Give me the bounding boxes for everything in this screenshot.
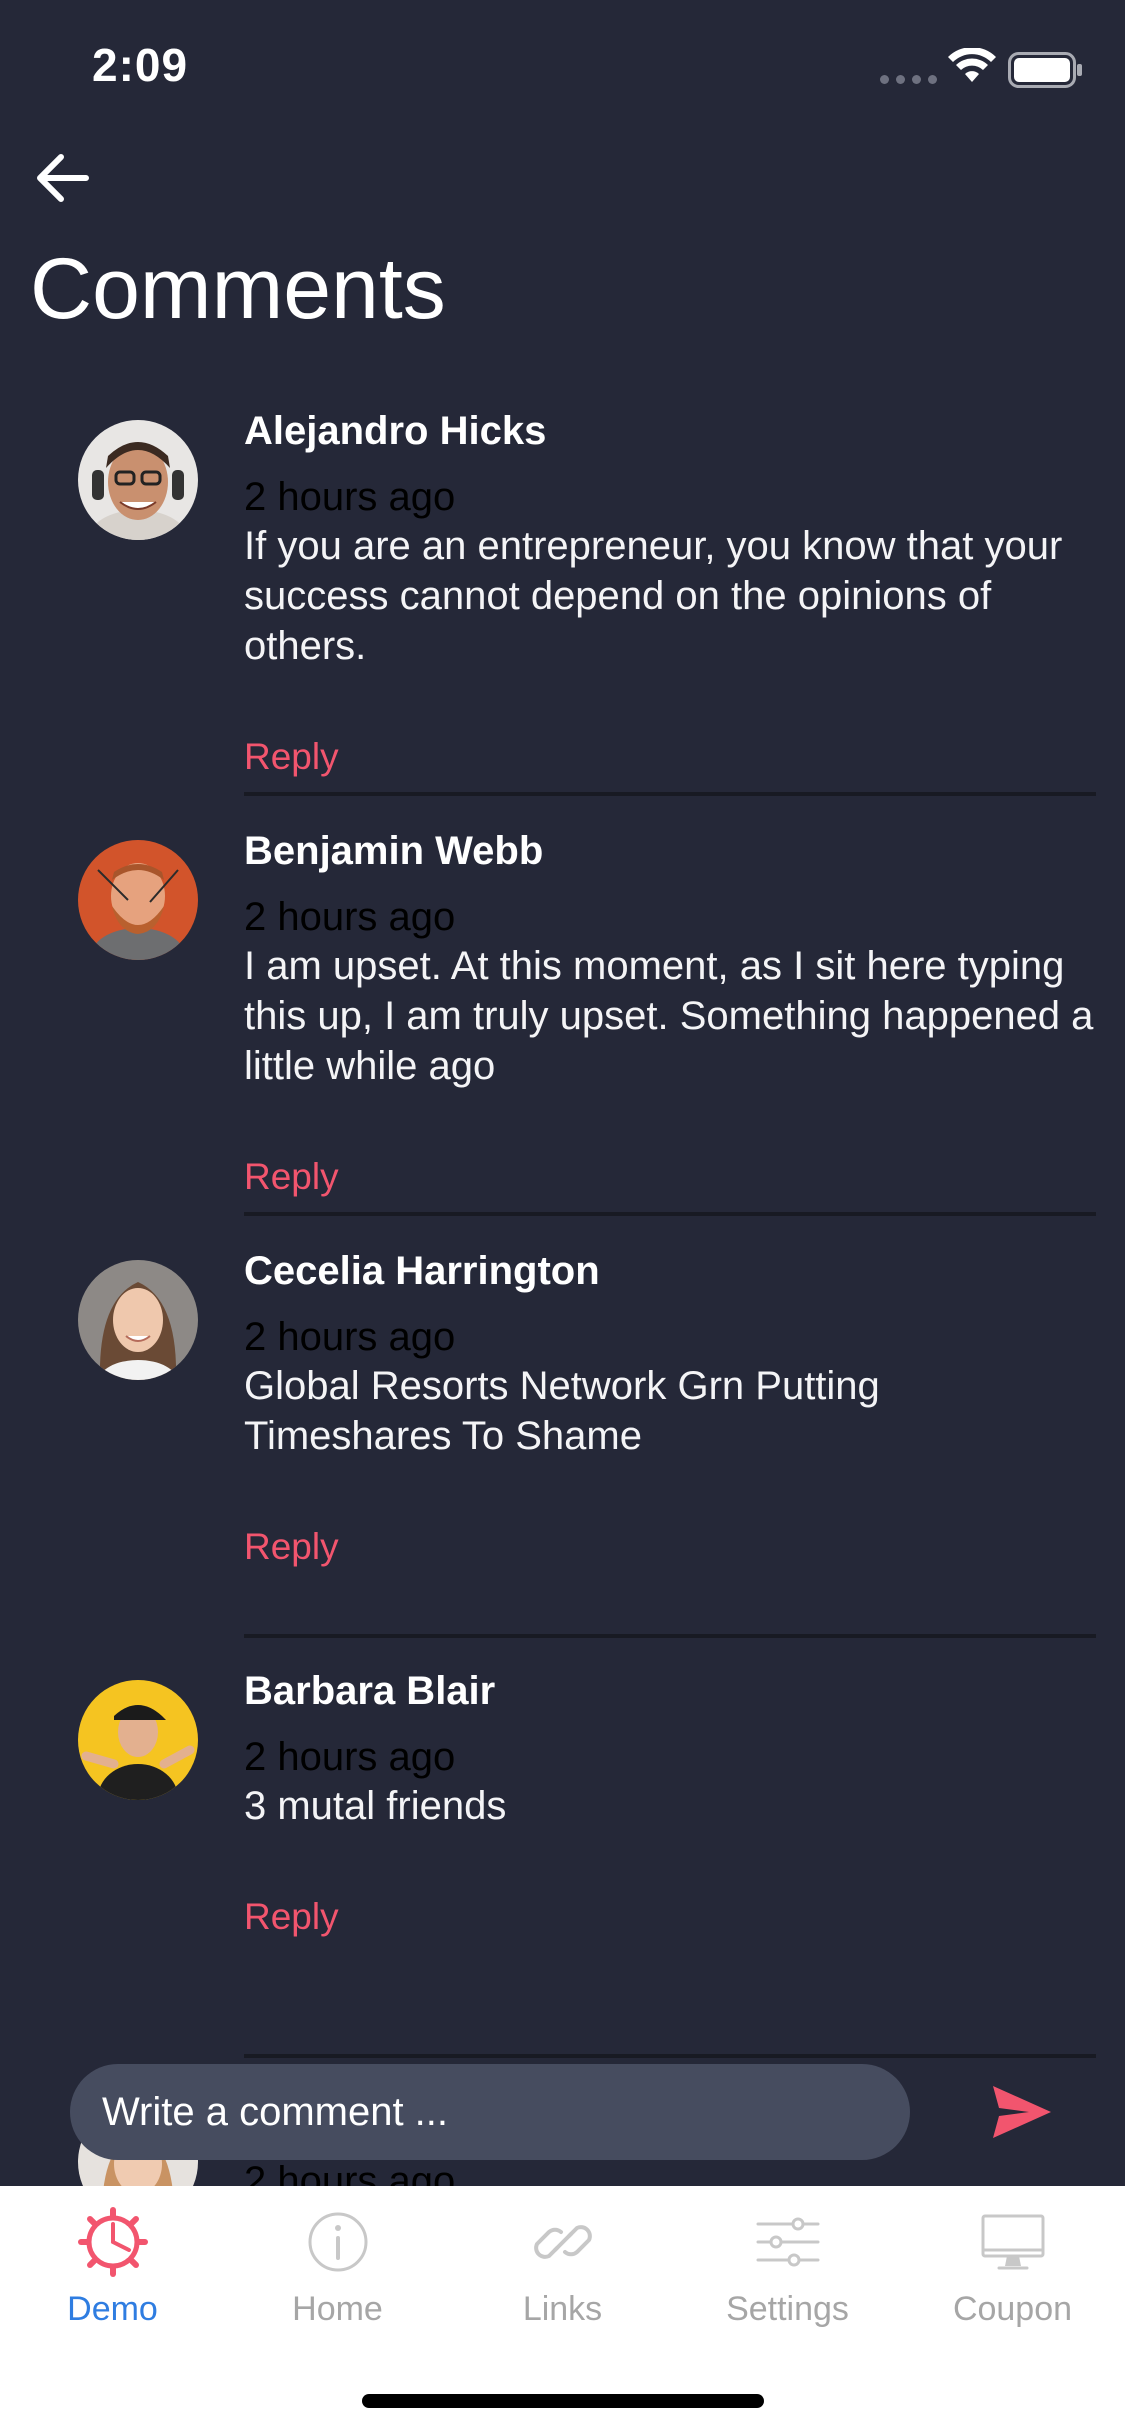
- comment-author: Barbara Blair: [244, 1669, 496, 1713]
- comment-body: Cecelia Harrington 2 hours ago Global Re…: [244, 1245, 1094, 1461]
- avatar: [78, 840, 198, 960]
- comment-text: If you are an entrepreneur, you know tha…: [244, 524, 1063, 668]
- comment-author: Benjamin Webb: [244, 829, 544, 873]
- tab-links[interactable]: Links: [450, 2206, 675, 2346]
- tab-coupon[interactable]: Coupon: [900, 2206, 1125, 2346]
- info-icon: [308, 2212, 367, 2272]
- divider: [244, 792, 1096, 796]
- tab-settings[interactable]: Settings: [675, 2206, 900, 2346]
- comment-time: 2 hours ago: [244, 1315, 456, 1359]
- comment-body: Alejandro Hicks 2 hours ago If you are a…: [244, 405, 1094, 671]
- reply-button[interactable]: Reply: [244, 1526, 339, 1568]
- tab-label: Coupon: [952, 2290, 1073, 2328]
- comment-time: 2 hours ago: [244, 475, 456, 519]
- send-button[interactable]: [985, 2076, 1057, 2148]
- reply-button[interactable]: Reply: [244, 736, 339, 778]
- divider: [244, 1212, 1096, 1216]
- comment-author: Alejandro Hicks: [244, 409, 547, 453]
- wifi-icon: [948, 48, 996, 82]
- comment-input[interactable]: [70, 2064, 910, 2160]
- divider: [244, 1634, 1096, 1638]
- comment-text: 3 mutal friends: [244, 1784, 507, 1828]
- link-icon: [533, 2225, 592, 2259]
- comments-screen: 2:09 Comments Alejandro Hicks 2 hours ag…: [0, 0, 1125, 2436]
- monitor-icon: [981, 2214, 1044, 2270]
- comment-text: Global Resorts Network Grn Putting Times…: [244, 1364, 880, 1458]
- comment-time: 2 hours ago: [244, 1735, 456, 1779]
- tab-label: Settings: [726, 2290, 849, 2328]
- tab-label: Links: [522, 2290, 603, 2328]
- back-button[interactable]: [30, 145, 96, 211]
- sliders-icon: [756, 2217, 819, 2267]
- page-title: Comments: [30, 241, 446, 337]
- tab-label: Home: [292, 2290, 383, 2328]
- cellular-signal-icon: [880, 75, 937, 84]
- home-indicator: [362, 2394, 764, 2408]
- demo-gear-icon: [77, 2207, 148, 2277]
- divider: [244, 2054, 1096, 2058]
- battery-icon: [1008, 52, 1082, 88]
- status-bar: 2:09: [0, 0, 1125, 132]
- comment-text: I am upset. At this moment, as I sit her…: [244, 944, 1094, 1088]
- tab-home[interactable]: Home: [225, 2206, 450, 2346]
- comment-body: Benjamin Webb 2 hours ago I am upset. At…: [244, 825, 1094, 1091]
- tab-demo[interactable]: Demo: [0, 2206, 225, 2346]
- avatar: [78, 1680, 198, 1800]
- reply-button[interactable]: Reply: [244, 1896, 339, 1938]
- comment-composer: [70, 2064, 910, 2160]
- status-time: 2:09: [92, 39, 189, 91]
- arrow-left-icon: [37, 154, 89, 202]
- comment-time: 2 hours ago: [244, 895, 456, 939]
- reply-button[interactable]: Reply: [244, 1156, 339, 1198]
- comment-body: Barbara Blair 2 hours ago 3 mutal friend…: [244, 1665, 1094, 1831]
- avatar: [78, 1260, 198, 1380]
- avatar: [78, 420, 198, 540]
- comment-author: Cecelia Harrington: [244, 1249, 600, 1293]
- send-icon: [993, 2086, 1051, 2138]
- tab-label: Demo: [67, 2290, 158, 2328]
